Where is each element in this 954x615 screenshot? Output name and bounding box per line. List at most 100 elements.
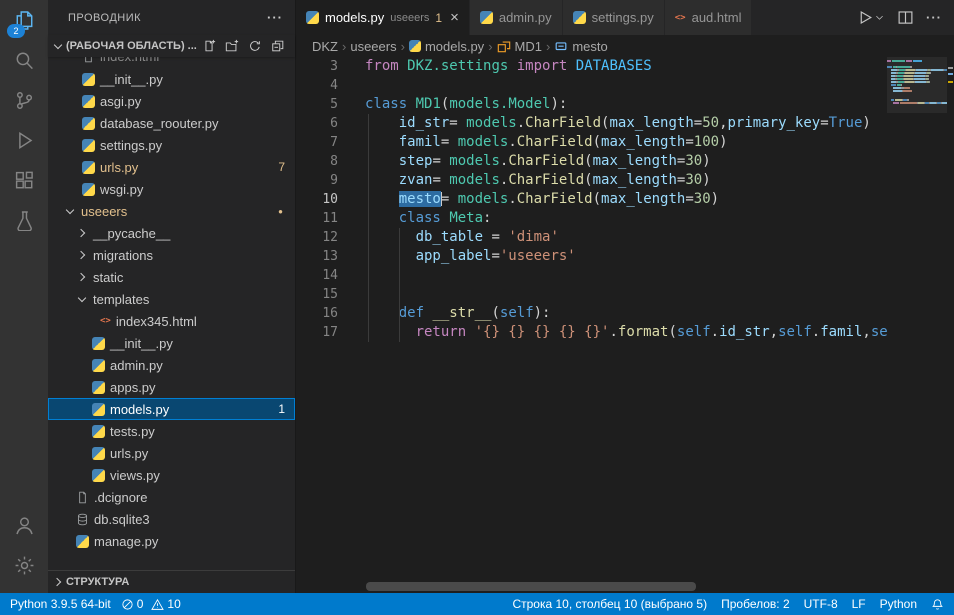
split-editor-button[interactable] xyxy=(897,9,914,26)
python-file-icon xyxy=(82,117,95,130)
activity-item-testing[interactable] xyxy=(0,200,48,240)
notifications-bell[interactable] xyxy=(931,598,944,611)
code-line-5[interactable]: 5class MD1(models.Model): xyxy=(296,95,954,114)
tree-item-templates[interactable]: templates xyxy=(48,288,295,310)
more-actions-button[interactable]: ··· xyxy=(926,10,942,25)
code-line-13[interactable]: 13 app_label='useeers' xyxy=(296,247,954,266)
tree-item-models-py[interactable]: models.py1 xyxy=(48,398,295,420)
tree-item--init-py[interactable]: __init__.py xyxy=(48,68,295,90)
tree-item-migrations[interactable]: migrations xyxy=(48,244,295,266)
more-icon: ··· xyxy=(926,10,942,25)
code-line-7[interactable]: 7 famil= models.CharField(max_length=100… xyxy=(296,133,954,152)
tree-item-tests-py[interactable]: tests.py xyxy=(48,420,295,442)
indentation-status[interactable]: Пробелов: 2 xyxy=(721,597,790,611)
tree-item-static[interactable]: static xyxy=(48,266,295,288)
new-file-button[interactable] xyxy=(200,37,218,55)
tree-item-useeers[interactable]: useeers● xyxy=(48,200,295,222)
line-number: 12 xyxy=(296,228,338,247)
explorer-more-button[interactable]: ··· xyxy=(267,10,283,25)
breadcrumb-item-mesto[interactable]: mesto xyxy=(554,39,607,54)
database-file-icon xyxy=(76,513,89,526)
breadcrumb-item-models-py[interactable]: models.py xyxy=(409,39,484,54)
code-line-3[interactable]: 3from DKZ.settings import DATABASES xyxy=(296,57,954,76)
file-icon xyxy=(76,491,89,504)
tree-item-index345-html[interactable]: <>index345.html xyxy=(48,310,295,332)
code-line-9[interactable]: 9 zvan= models.CharField(max_length=30) xyxy=(296,171,954,190)
chevron-down-icon xyxy=(76,293,88,305)
tree-item-urls-py[interactable]: urls.py xyxy=(48,442,295,464)
tree-item-label: asgi.py xyxy=(100,94,141,109)
run-icon xyxy=(857,9,874,26)
tab-admin-py[interactable]: admin.py xyxy=(470,0,563,35)
tree-item-database-roouter-py[interactable]: database_roouter.py xyxy=(48,112,295,134)
gear-icon xyxy=(14,555,35,576)
activity-item-run-and-debug[interactable] xyxy=(0,120,48,160)
debug-icon xyxy=(14,130,35,151)
python-interpreter-status[interactable]: Python 3.9.5 64-bit xyxy=(10,597,111,611)
breadcrumb-item-dkz[interactable]: DKZ xyxy=(312,39,338,54)
source-control-icon xyxy=(14,90,35,111)
breadcrumb-label: MD1 xyxy=(515,39,542,54)
tree-item-label: migrations xyxy=(93,248,153,263)
tab-aud-html[interactable]: <>aud.html xyxy=(665,0,753,35)
tab-models-py[interactable]: models.pyuseeers1× xyxy=(296,0,470,35)
code-line-16[interactable]: 16 def __str__(self): xyxy=(296,304,954,323)
problems-status[interactable]: 0 10 xyxy=(121,597,186,611)
tree-item-views-py[interactable]: views.py xyxy=(48,464,295,486)
line-number: 5 xyxy=(296,95,338,114)
activity-item-account[interactable] xyxy=(0,505,48,545)
encoding-status[interactable]: UTF-8 xyxy=(804,597,838,611)
code-line-17[interactable]: 17 return '{} {} {} {} {}'.format(self.i… xyxy=(296,323,954,342)
language-mode-status[interactable]: Python xyxy=(880,597,917,611)
search-icon xyxy=(14,50,35,71)
code-line-11[interactable]: 11 class Meta: xyxy=(296,209,954,228)
tree-item-label: .dcignore xyxy=(94,490,147,505)
tree-item-urls-py[interactable]: urls.py7 xyxy=(48,156,295,178)
activity-item-search[interactable] xyxy=(0,40,48,80)
outline-section-header[interactable]: СТРУКТУРА xyxy=(48,570,295,593)
new-folder-button[interactable] xyxy=(223,37,241,55)
tree-item-asgi-py[interactable]: asgi.py xyxy=(48,90,295,112)
eol-status[interactable]: LF xyxy=(852,597,866,611)
activity-item-settings[interactable] xyxy=(0,545,48,585)
breadcrumb-item-md1[interactable]: MD1 xyxy=(497,39,542,54)
new-file-icon xyxy=(202,39,216,53)
workspace-section-header[interactable]: (РАБОЧАЯ ОБЛАСТЬ) ... xyxy=(48,35,295,57)
tree-item--pycache-[interactable]: __pycache__ xyxy=(48,222,295,244)
collapse-all-button[interactable] xyxy=(269,37,287,55)
horizontal-scrollbar[interactable] xyxy=(366,582,696,591)
code-line-6[interactable]: 6 id_str= models.CharField(max_length=50… xyxy=(296,114,954,133)
tree-item-db-sqlite3[interactable]: db.sqlite3 xyxy=(48,508,295,530)
code-editor[interactable]: 3from DKZ.settings import DATABASES45cla… xyxy=(296,57,954,593)
tree-item--dcignore[interactable]: .dcignore xyxy=(48,486,295,508)
tree-item-index-html[interactable]: index.html xyxy=(48,57,295,68)
code-line-8[interactable]: 8 step= models.CharField(max_length=30) xyxy=(296,152,954,171)
tree-item-wsgi-py[interactable]: wsgi.py xyxy=(48,178,295,200)
tree-item-apps-py[interactable]: apps.py xyxy=(48,376,295,398)
code-line-10[interactable]: 10 mesto= models.CharField(max_length=30… xyxy=(296,190,954,209)
chevron-right-icon xyxy=(52,576,64,588)
tree-item--init-py[interactable]: __init__.py xyxy=(48,332,295,354)
activity-item-extensions[interactable] xyxy=(0,160,48,200)
python-file-icon xyxy=(82,95,95,108)
activity-item-source-control[interactable] xyxy=(0,80,48,120)
sidebar-header: ПРОВОДНИК ··· xyxy=(48,0,295,35)
minimap[interactable] xyxy=(887,57,947,593)
code-line-12[interactable]: 12 db_table = 'dima' xyxy=(296,228,954,247)
breadcrumb-item-useeers[interactable]: useeers xyxy=(350,39,396,54)
close-icon[interactable]: × xyxy=(450,10,459,25)
tree-item-manage-py[interactable]: manage.py xyxy=(48,530,295,552)
status-bar-left: Python 3.9.5 64-bit 0 10 xyxy=(10,597,186,611)
activity-item-explorer[interactable]: 2 xyxy=(0,0,48,40)
tree-item-admin-py[interactable]: admin.py xyxy=(48,354,295,376)
run-python-file-button[interactable] xyxy=(857,9,885,26)
bell-icon xyxy=(931,598,944,611)
code-line-4[interactable]: 4 xyxy=(296,76,954,95)
cursor-position-status[interactable]: Строка 10, столбец 10 (выбрано 5) xyxy=(512,597,707,611)
tab-settings-py[interactable]: settings.py xyxy=(563,0,665,35)
code-line-15[interactable]: 15 xyxy=(296,285,954,304)
tree-item-settings-py[interactable]: settings.py xyxy=(48,134,295,156)
tree-item-label: database_roouter.py xyxy=(100,116,219,131)
refresh-button[interactable] xyxy=(246,37,264,55)
code-line-14[interactable]: 14 xyxy=(296,266,954,285)
